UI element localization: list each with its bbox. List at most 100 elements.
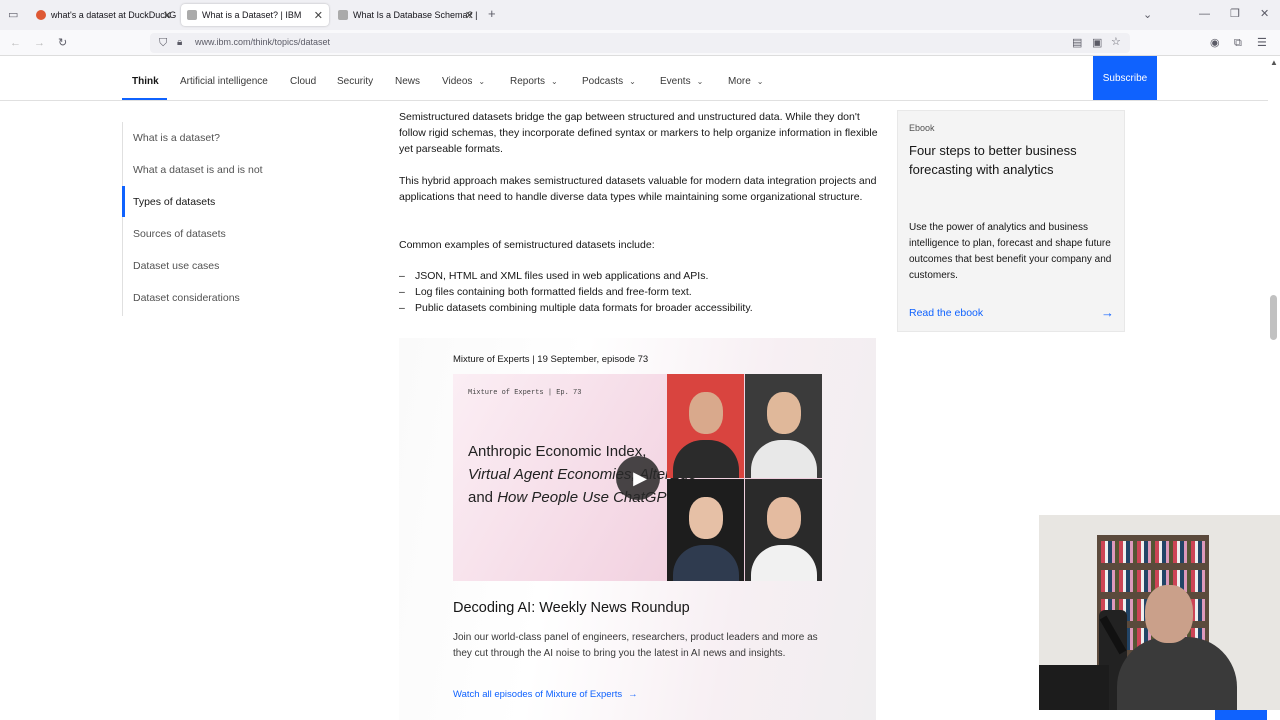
close-tab-icon[interactable]: ✕ [465,9,474,22]
list-item-text: JSON, HTML and XML files used in web app… [415,270,709,282]
ebook-description: Use the power of analytics and business … [909,222,1112,281]
ibm-think-nav: Think Artificial intelligence Cloud Secu… [0,56,1280,101]
nav-item-more[interactable]: More ⌄ [728,76,764,87]
ebook-promo-card[interactable]: Ebook Four steps to better business fore… [897,110,1125,332]
panelist-photo [745,479,822,581]
watch-episodes-label: Watch all episodes of Mixture of Experts [453,689,623,700]
toc-item[interactable]: Dataset considerations [133,292,240,304]
tab-title: What Is a Database Schema? | I [353,10,480,20]
forward-icon[interactable]: → [34,37,45,49]
nav-item-security[interactable]: Security [337,76,373,87]
face-shape [689,497,723,539]
thumbnail-headline-part: and [468,489,498,506]
active-nav-indicator [122,98,167,100]
body-shape [751,545,817,581]
body-shape [673,545,739,581]
face-shape [689,392,723,434]
arrow-right-icon[interactable]: → [1101,305,1114,320]
toc-item[interactable]: Sources of datasets [133,228,226,240]
thumbnail-episode-label: Mixture of Experts | Ep. 73 [468,389,582,397]
shield-icon[interactable]: ⛉ [159,37,167,49]
ibm-favicon-icon [187,10,197,20]
nav-label: More [728,76,751,87]
minimize-icon[interactable]: — [1199,8,1210,20]
list-dash: – [399,286,405,298]
list-item-text: Public datasets combining multiple data … [415,302,753,314]
toc-item[interactable]: Dataset use cases [133,260,219,272]
reader-view-icon[interactable]: ▤ [1072,37,1082,49]
webcam-overlay [1039,515,1280,710]
episode-meta: Mixture of Experts | 19 September, episo… [453,354,649,365]
keyboard-shape [1039,665,1109,710]
watch-episodes-link[interactable]: Watch all episodes of Mixture of Experts… [453,689,638,700]
url-field[interactable]: ⛉ 🔒︎ www.ibm.com/think/topics/dataset ▤ … [150,33,1130,53]
video-title: Decoding AI: Weekly News Roundup [453,600,690,616]
list-item: – Log files containing both formatted fie… [399,286,692,298]
ebook-label: Ebook [909,123,935,133]
restore-icon[interactable]: ❐ [1230,8,1240,20]
book-row-shape [1101,541,1205,563]
account-icon[interactable]: ◉ [1210,37,1220,49]
body-shape [673,440,739,478]
body-shape [751,440,817,478]
list-dash: – [399,270,405,282]
back-icon[interactable]: ← [10,37,21,49]
play-icon[interactable]: ▶ [616,456,660,500]
nav-item-events[interactable]: Events ⌄ [660,76,703,87]
panelist-photo [745,374,822,478]
table-of-contents: What is a dataset? What a dataset is and… [122,122,362,316]
duckduckgo-favicon-icon [36,10,46,20]
corner-accent-bar [1215,710,1267,720]
nav-item-reports[interactable]: Reports ⌄ [510,76,558,87]
bookmark-star-icon[interactable]: ☆ [1111,36,1121,48]
scrollbar-thumb[interactable] [1270,295,1277,340]
tab-overflow-chevron-icon[interactable]: ⌄ [1143,9,1152,21]
nav-label: Videos [442,76,473,87]
list-item: – JSON, HTML and XML files used in web ap… [399,270,708,282]
chevron-down-icon: ⌄ [551,77,558,86]
list-dash: – [399,302,405,314]
browser-tab-ibm-dataset[interactable]: What is a Dataset? | IBM ✕ [181,4,329,26]
article-paragraph: Semistructured datasets bridge the gap b… [399,111,878,155]
subscribe-button[interactable]: Subscribe [1093,56,1157,100]
list-item-text: Log files containing both formatted fiel… [415,286,692,298]
nav-label: Podcasts [582,76,624,87]
extensions-icon[interactable]: ⧉ [1234,37,1242,49]
nav-item-cloud[interactable]: Cloud [290,76,316,87]
nav-item-artificial-intelligence[interactable]: Artificial intelligence [180,76,268,87]
close-tab-icon[interactable]: ✕ [314,9,323,22]
toc-item-active[interactable]: Types of datasets [133,196,215,208]
chevron-down-icon: ⌄ [756,77,764,86]
close-tab-icon[interactable]: ✕ [163,9,172,22]
nav-item-videos[interactable]: Videos ⌄ [442,76,485,87]
lock-icon[interactable]: 🔒︎ [177,37,182,49]
nav-item-news[interactable]: News [395,76,420,87]
read-ebook-link[interactable]: Read the ebook [909,307,983,319]
video-thumbnail[interactable]: Mixture of Experts | Ep. 73 Anthropic Ec… [453,374,822,581]
scroll-up-arrow-icon[interactable]: ▲ [1270,58,1278,67]
panelist-photo [667,374,744,478]
browser-tab-duckduckgo[interactable]: what's a dataset at DuckDuckG ✕ [30,4,178,26]
window-close-icon[interactable]: ✕ [1260,8,1269,20]
tab-list-icon[interactable]: ▭ [8,9,18,21]
browser-tab-ibm-schema[interactable]: What Is a Database Schema? | I ✕ [332,4,480,26]
video-description: Join our world-class panel of engineers,… [453,632,818,659]
menu-icon[interactable]: ☰ [1257,37,1267,49]
face-shape [767,392,801,434]
chevron-down-icon: ⌄ [629,77,636,86]
tab-title: What is a Dataset? | IBM [202,10,302,20]
podcast-video-card: Mixture of Experts | 19 September, episo… [399,338,876,720]
nav-label: Events [660,76,691,87]
nav-item-think[interactable]: Think [132,76,159,87]
toc-item[interactable]: What is a dataset? [133,132,220,144]
nav-item-podcasts[interactable]: Podcasts ⌄ [582,76,636,87]
reload-icon[interactable]: ↻ [58,37,67,49]
pocket-icon[interactable]: ▣ [1092,37,1102,49]
new-tab-button[interactable]: + [488,7,496,20]
article-paragraph: Common examples of semistructured datase… [399,239,655,251]
browser-tab-bar: ▭ what's a dataset at DuckDuckG ✕ What i… [0,0,1280,30]
url-text: www.ibm.com/think/topics/dataset [195,37,331,47]
toc-item[interactable]: What a dataset is and is not [133,164,263,176]
chevron-down-icon: ⌄ [478,77,486,86]
arrow-right-icon: → [628,689,638,700]
